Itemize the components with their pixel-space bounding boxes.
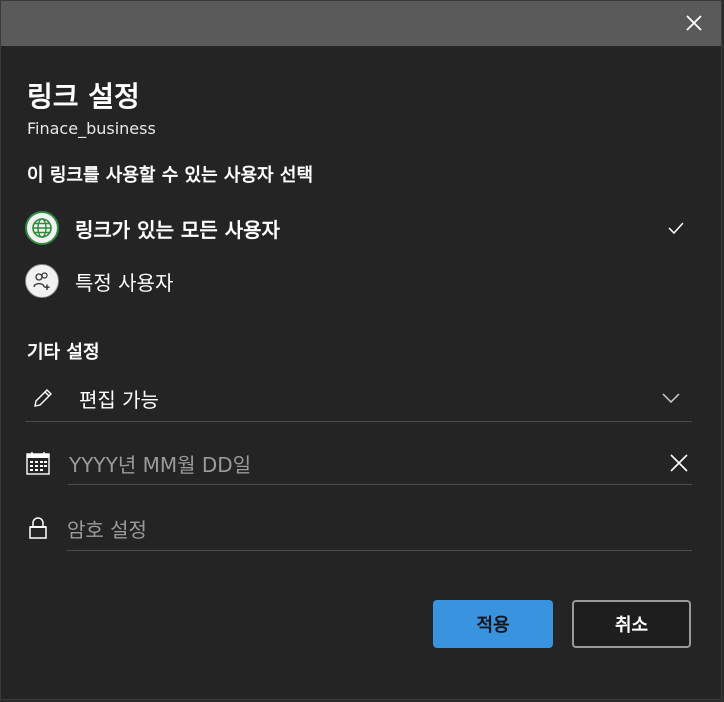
password-field[interactable]: 암호 설정 [25,503,691,553]
permission-value: 편집 가능 [79,387,159,412]
apply-button[interactable]: 적용 [433,600,553,648]
lock-icon [29,517,47,539]
pencil-icon [34,389,52,407]
divider [68,484,692,485]
link-settings-dialog: 링크 설정 Finace_business 이 링크를 사용할 수 있는 사용자… [0,0,722,700]
divider [25,421,692,422]
option-label: 특정 사용자 [75,270,174,295]
option-specific-people[interactable]: 특정 사용자 [25,261,691,301]
other-settings-heading: 기타 설정 [27,342,100,363]
calendar-icon [26,452,50,475]
expiration-placeholder: YYYY년 MM월 DD일 [69,452,252,477]
option-anyone-with-link[interactable]: 링크가 있는 모든 사용자 [25,208,691,248]
divider [66,550,692,551]
chevron-down-icon [662,393,680,404]
close-icon [686,15,702,31]
expiration-date-field[interactable]: YYYY년 MM월 DD일 [25,438,691,488]
file-name: Finace_business [27,119,156,138]
permission-dropdown[interactable]: 편집 가능 [25,373,691,423]
audience-heading: 이 링크를 사용할 수 있는 사용자 선택 [27,165,313,186]
option-label: 링크가 있는 모든 사용자 [75,217,280,242]
dialog-title: 링크 설정 [27,80,140,113]
close-button[interactable] [681,10,707,36]
checkmark-icon [668,222,684,235]
password-placeholder: 암호 설정 [67,517,147,542]
cancel-button[interactable]: 취소 [572,600,691,648]
clear-date-button[interactable] [669,453,689,473]
people-add-icon [25,264,59,298]
title-bar [1,1,721,46]
globe-icon [25,211,59,245]
